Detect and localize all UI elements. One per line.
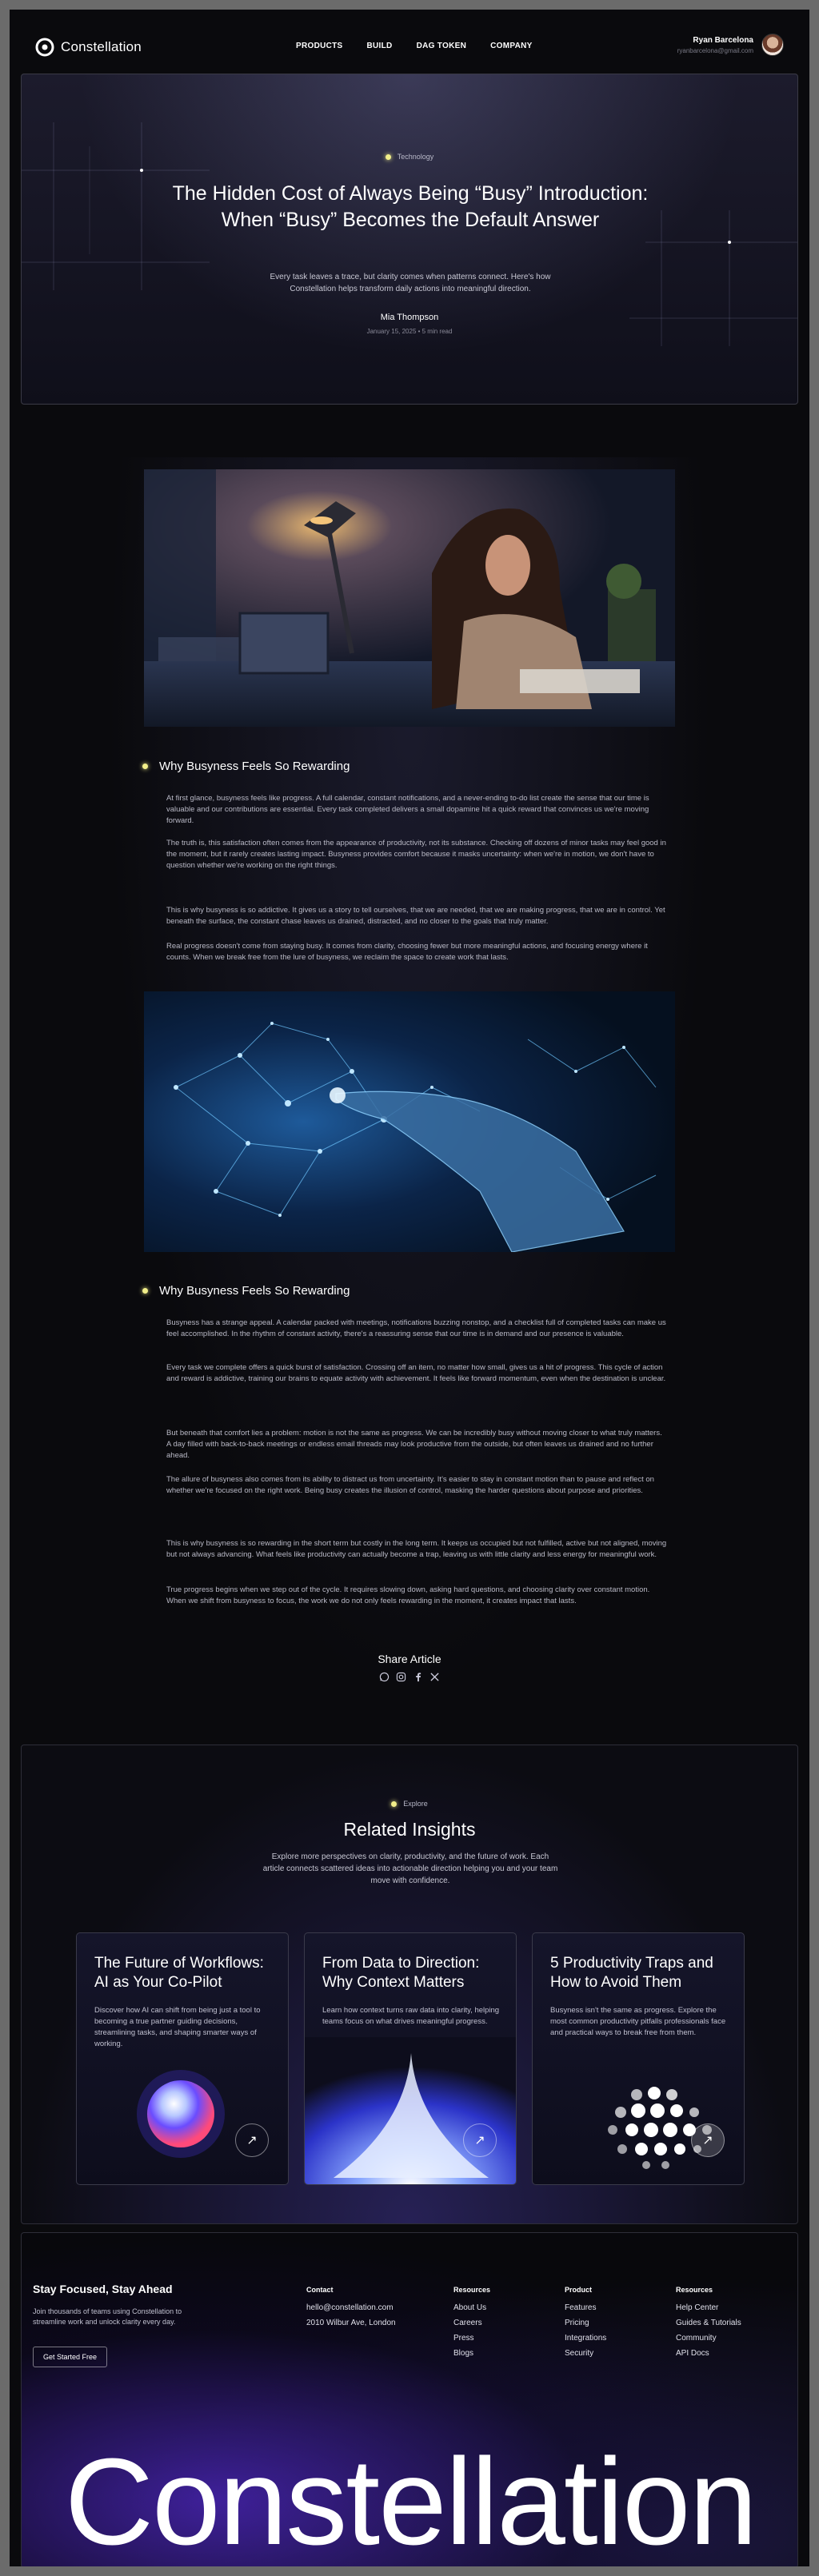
paragraph: This is why busyness is so addictive. It…	[166, 906, 665, 926]
hero-category-label: Technology	[397, 153, 434, 161]
tag-dot-icon	[391, 1800, 398, 1807]
tag-dot-icon	[385, 154, 391, 160]
paragraph: True progress begins when we step out of…	[166, 1585, 650, 1605]
related-title: Related Insights	[343, 1819, 476, 1840]
card-title: From Data to Direction: Why Context Matt…	[322, 1955, 480, 1991]
footer-link-press[interactable]: Press	[453, 2334, 490, 2343]
facebook-icon[interactable]	[413, 1672, 423, 1682]
footer-link-security[interactable]: Security	[565, 2349, 606, 2358]
share-title: Share Article	[378, 1653, 441, 1665]
card-description: Discover how AI can shift from being jus…	[94, 2006, 261, 2048]
top-nav: Constellation PRODUCTS BUILD DAG TOKEN C…	[10, 10, 809, 82]
nav-link-products[interactable]: PRODUCTS	[296, 42, 343, 50]
section-heading-text: Why Busyness Feels So Rewarding	[159, 760, 350, 773]
related-subtitle: Explore more perspectives on clarity, pr…	[262, 1852, 558, 1885]
footer-brand-wordmark: Constellation	[64, 2433, 757, 2566]
footer-column-heading: Product	[565, 2286, 593, 2294]
hero-grid-decoration	[22, 122, 797, 346]
footer-link-help-center[interactable]: Help Center	[676, 2303, 741, 2312]
footer-column-heading: Resources	[453, 2286, 491, 2294]
logo[interactable]: Constellation	[35, 38, 142, 57]
nav-link-dag-token[interactable]: DAG TOKEN	[417, 42, 467, 50]
paragraph: Busyness has a strange appeal. A calenda…	[166, 1318, 666, 1338]
related-card-data-direction[interactable]: From Data to Direction: Why Context Matt…	[304, 1932, 517, 2185]
footer-title: Stay Focused, Stay Ahead	[33, 2283, 173, 2295]
nav-links: PRODUCTS BUILD DAG TOKEN COMPANY	[296, 42, 557, 50]
footer-link-pricing[interactable]: Pricing	[565, 2319, 606, 2327]
card-description: Learn how context turns raw data into cl…	[322, 2006, 500, 2026]
footer-link-integrations[interactable]: Integrations	[565, 2334, 606, 2343]
footer: Stay Focused, Stay Ahead Join thousands …	[21, 2232, 798, 2566]
arrow-up-right-icon[interactable]: ↗	[235, 2123, 269, 2157]
arrow-up-right-icon[interactable]: ↗	[463, 2123, 497, 2157]
paragraph: At first glance, busyness feels like pro…	[166, 794, 649, 825]
footer-link-api-docs[interactable]: API Docs	[676, 2349, 741, 2358]
footer-subtitle: Join thousands of teams using Constellat…	[33, 2307, 182, 2326]
footer-link-guides[interactable]: Guides & Tutorials	[676, 2319, 741, 2327]
article-hero: Technology The Hidden Cost of Always Bei…	[21, 74, 798, 405]
footer-column-heading: Resources	[676, 2286, 713, 2294]
footer-link-community[interactable]: Community	[676, 2334, 741, 2343]
footer-link-about[interactable]: About Us	[453, 2303, 490, 2312]
card-title: The Future of Workflows: AI as Your Co-P…	[94, 1955, 264, 1991]
footer-contact-column: Contact hello@constellation.com 2010 Wil…	[306, 2286, 396, 2334]
footer-link-careers[interactable]: Careers	[453, 2319, 490, 2327]
footer-help-column: Resources Help Center Guides & Tutorials…	[676, 2286, 741, 2364]
nav-link-build[interactable]: BUILD	[367, 42, 393, 50]
section-dot-icon	[142, 1288, 148, 1294]
related-card-productivity-traps[interactable]: 5 Productivity Traps and How to Avoid Th…	[532, 1932, 745, 2185]
article-subtitle: Every task leaves a trace, but clarity c…	[270, 273, 551, 293]
footer-link-blogs[interactable]: Blogs	[453, 2349, 490, 2358]
paragraph: Real progress doesn't come from staying …	[166, 942, 648, 962]
footer-address: 2010 Wilbur Ave, London	[306, 2319, 396, 2327]
paragraph: The allure of busyness also comes from i…	[166, 1475, 654, 1495]
related-tag-label: Explore	[403, 1800, 428, 1808]
card-title: 5 Productivity Traps and How to Avoid Th…	[550, 1955, 713, 1991]
section-heading-text: Why Busyness Feels So Rewarding	[159, 1284, 350, 1298]
user-info: Ryan Barcelona ryanbarcelona@gmail.com	[677, 36, 753, 54]
article-meta: January 15, 2025 • 5 min read	[366, 328, 453, 335]
footer-link-features[interactable]: Features	[565, 2303, 606, 2312]
paragraph: Every task we complete offers a quick bu…	[166, 1363, 666, 1383]
article-title: The Hidden Cost of Always Being “Busy” I…	[172, 182, 649, 231]
section-dot-icon	[142, 764, 148, 769]
share-article: Share Article	[10, 1653, 809, 1682]
user-name: Ryan Barcelona	[693, 35, 753, 45]
get-started-button[interactable]: Get Started Free	[33, 2347, 108, 2367]
article-image-network-hand	[144, 991, 675, 1252]
constellation-logo-icon	[35, 38, 54, 57]
footer-column-heading: Contact	[306, 2286, 334, 2294]
nav-link-company[interactable]: COMPANY	[490, 42, 532, 50]
logo-text: Constellation	[61, 39, 142, 54]
related-card-workflows[interactable]: The Future of Workflows: AI as Your Co-P…	[76, 1932, 289, 2185]
footer-product-column: Product Features Pricing Integrations Se…	[565, 2286, 606, 2364]
paragraph: The truth is, this satisfaction often co…	[166, 839, 666, 870]
article-author: Mia Thompson	[380, 313, 439, 322]
avatar[interactable]	[761, 34, 784, 56]
x-icon[interactable]	[429, 1672, 440, 1682]
page-frame: Constellation PRODUCTS BUILD DAG TOKEN C…	[10, 10, 809, 2566]
whatsapp-icon[interactable]	[379, 1672, 390, 1682]
footer-resources-column: Resources About Us Careers Press Blogs	[453, 2286, 490, 2364]
section-heading-2: Why Busyness Feels So Rewarding	[142, 1284, 350, 1298]
user-email: ryanbarcelona@gmail.com	[677, 46, 753, 54]
article-image-desk	[144, 469, 675, 727]
card-description: Busyness isn't the same as progress. Exp…	[550, 2006, 726, 2037]
paragraph: This is why busyness is so rewarding in …	[166, 1539, 667, 1559]
related-tag: Explore	[22, 1800, 797, 1808]
arrow-up-right-icon[interactable]: ↗	[691, 2123, 725, 2157]
paragraph: But beneath that comfort lies a problem:…	[166, 1429, 662, 1460]
hero-category-tag: Technology	[22, 153, 797, 161]
instagram-icon[interactable]	[396, 1672, 406, 1682]
network-hand-illustration	[144, 991, 675, 1252]
section-heading-1: Why Busyness Feels So Rewarding	[142, 760, 350, 773]
glass-orb-illustration	[137, 2070, 225, 2158]
share-icons	[10, 1672, 809, 1682]
user-menu[interactable]: Ryan Barcelona ryanbarcelona@gmail.com	[677, 34, 784, 56]
light-cone-illustration	[305, 2037, 516, 2184]
footer-email-link[interactable]: hello@constellation.com	[306, 2303, 396, 2312]
related-insights: Explore Related Insights Explore more pe…	[21, 1745, 798, 2224]
desk-scene-illustration	[144, 469, 675, 727]
